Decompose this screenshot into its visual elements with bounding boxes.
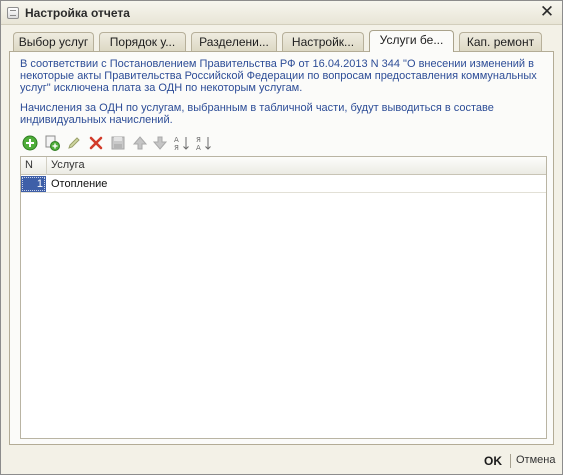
column-header-n[interactable]: N bbox=[21, 157, 47, 175]
tab-capital-repair[interactable]: Кап. ремонт bbox=[459, 32, 542, 51]
title-bar: Настройка отчета ✕ bbox=[1, 1, 562, 25]
move-up-icon bbox=[132, 135, 148, 151]
report-settings-window: Настройка отчета ✕ Выбор услуг Порядок у… bbox=[0, 0, 563, 475]
copy-icon[interactable] bbox=[44, 135, 60, 151]
tab-settings[interactable]: Настройк... bbox=[282, 32, 364, 51]
column-header-service[interactable]: Услуга bbox=[47, 157, 546, 175]
dialog-footer: OK Отмена bbox=[1, 446, 562, 474]
table-toolbar: AЯ ЯA bbox=[20, 134, 260, 154]
end-edit-icon bbox=[110, 135, 126, 151]
sort-asc-icon[interactable]: AЯ bbox=[174, 135, 190, 151]
info-text-accruals: Начисления за ОДН по услугам, выбранным … bbox=[20, 102, 494, 126]
edit-icon[interactable] bbox=[66, 135, 82, 151]
close-icon[interactable]: ✕ bbox=[538, 3, 556, 21]
table-header: N Услуга bbox=[21, 157, 546, 175]
services-table[interactable]: N Услуга 1 Отопление bbox=[20, 156, 547, 439]
svg-text:A: A bbox=[174, 136, 179, 144]
tab-content-panel: В соответствии с Постановлением Правител… bbox=[9, 51, 554, 445]
tab-services-without-odn[interactable]: Услуги бе... bbox=[369, 30, 454, 52]
move-down-icon bbox=[152, 135, 168, 151]
tab-bar: Выбор услуг Порядок у... Разделени... На… bbox=[9, 30, 554, 52]
info-text-regulation: В соответствии с Постановлением Правител… bbox=[20, 58, 537, 94]
delete-icon[interactable] bbox=[88, 135, 104, 151]
tab-separation[interactable]: Разделени... bbox=[191, 32, 277, 51]
cancel-button[interactable]: Отмена bbox=[516, 454, 555, 466]
table-row[interactable]: 1 Отопление bbox=[21, 176, 546, 193]
svg-text:A: A bbox=[196, 144, 201, 151]
window-title: Настройка отчета bbox=[25, 6, 130, 20]
svg-text:Я: Я bbox=[196, 136, 201, 144]
tab-service-selection[interactable]: Выбор услуг bbox=[13, 32, 94, 51]
add-icon[interactable] bbox=[22, 135, 38, 151]
ok-button[interactable]: OK bbox=[484, 454, 502, 468]
tab-service-order[interactable]: Порядок у... bbox=[99, 32, 186, 51]
row-number-cell[interactable]: 1 bbox=[21, 176, 46, 192]
footer-divider bbox=[510, 454, 511, 468]
sort-desc-icon[interactable]: ЯA bbox=[196, 135, 212, 151]
service-cell[interactable]: Отопление bbox=[51, 176, 107, 192]
svg-text:Я: Я bbox=[174, 144, 179, 151]
window-icon bbox=[7, 7, 19, 19]
